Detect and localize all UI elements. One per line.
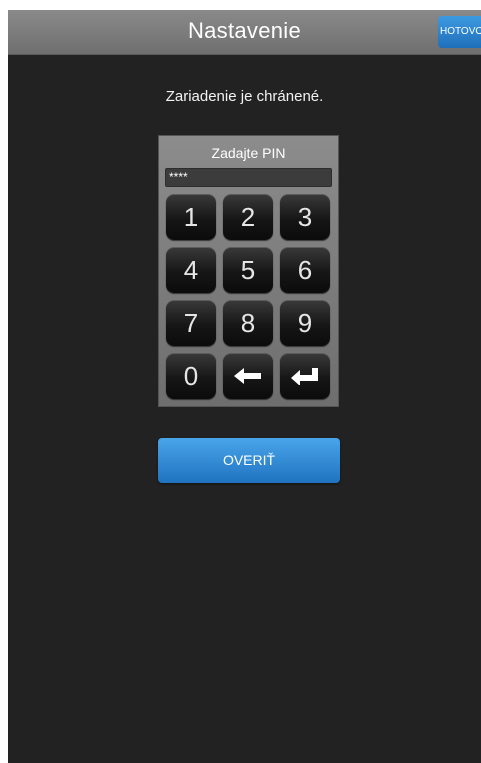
pin-label: Zadajte PIN [211,145,286,161]
key-5[interactable]: 5 [223,247,273,293]
verify-button[interactable]: OVERIŤ [158,438,340,483]
enter-return-icon [291,368,318,385]
pin-input[interactable]: **** [165,168,332,187]
done-button[interactable]: HOTOVO [438,16,481,48]
key-3[interactable]: 3 [280,194,330,240]
key-4[interactable]: 4 [166,247,216,293]
pin-entry-panel: Zadajte PIN **** 1 2 3 4 5 6 7 8 9 0 [158,135,339,407]
app-screen: Nastavenie HOTOVO Zariadenie je chránené… [8,10,481,763]
left-arrow-icon [234,368,261,384]
key-7[interactable]: 7 [166,300,216,346]
key-0[interactable]: 0 [166,353,216,399]
enter-key[interactable] [280,353,330,399]
key-6[interactable]: 6 [280,247,330,293]
protection-status-text: Zariadenie je chránené. [165,88,324,105]
key-2[interactable]: 2 [223,194,273,240]
key-9[interactable]: 9 [280,300,330,346]
page-title: Nastavenie [187,18,302,43]
title-bar: Nastavenie HOTOVO [8,10,481,55]
key-8[interactable]: 8 [223,300,273,346]
key-1[interactable]: 1 [166,194,216,240]
backspace-key[interactable] [223,353,273,399]
